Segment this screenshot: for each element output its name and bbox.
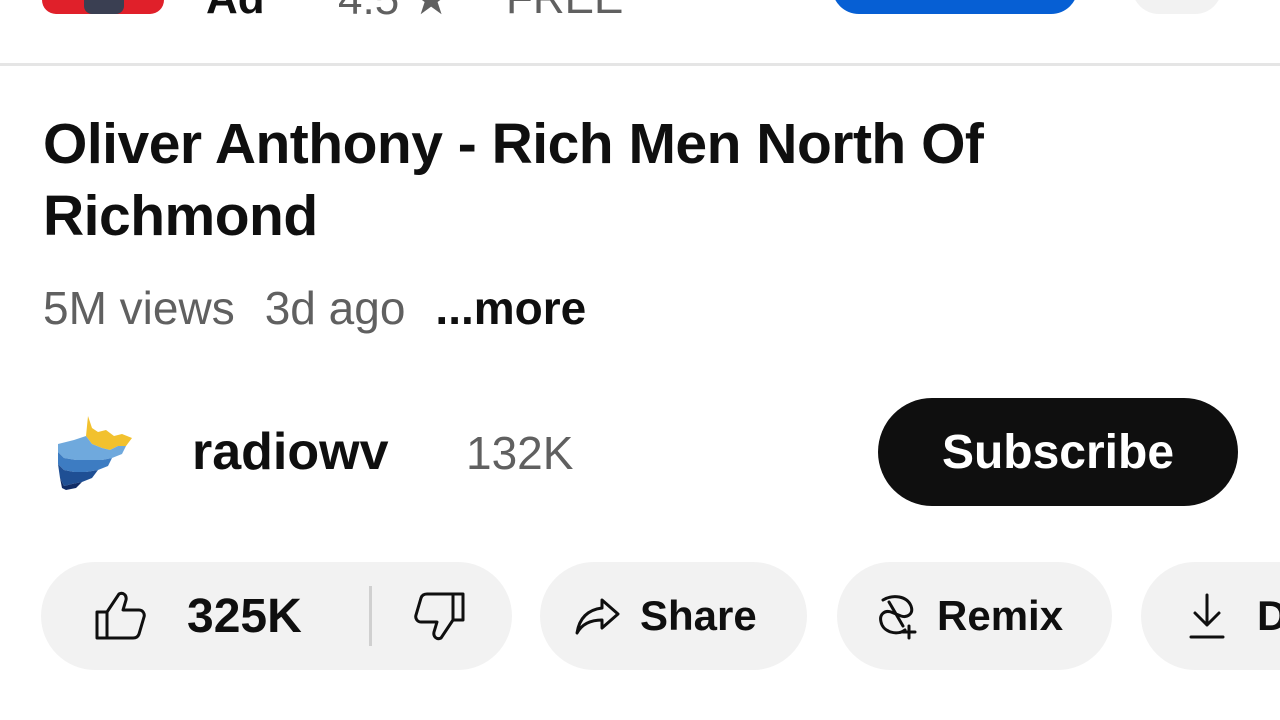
ad-strip: Ad 4.5 ★ FREE <box>0 0 1280 64</box>
share-button[interactable]: Share <box>540 562 807 670</box>
video-meta[interactable]: 5M views 3d ago ...more <box>43 280 586 336</box>
remix-label: Remix <box>937 592 1064 639</box>
ad-rating: 4.5 ★ <box>338 0 451 25</box>
download-button[interactable]: Download <box>1141 562 1280 670</box>
ad-label: Ad <box>206 0 265 24</box>
channel-name[interactable]: radiowv <box>192 424 389 480</box>
like-dislike-group: 325K <box>41 562 512 670</box>
subscriber-count: 132K <box>466 427 574 479</box>
west-virginia-logo-icon <box>58 416 132 490</box>
thumbs-up-icon <box>93 590 147 642</box>
like-button[interactable]: 325K <box>41 562 302 670</box>
ad-price: FREE <box>506 0 623 24</box>
channel-avatar[interactable] <box>52 414 138 490</box>
video-watch-page: Ad 4.5 ★ FREE Oliver Anthony - Rich Men … <box>0 0 1280 720</box>
share-arrow-icon <box>574 596 622 636</box>
ad-thumbnail[interactable] <box>42 0 164 14</box>
share-label: Share <box>640 592 757 639</box>
more-description-link[interactable]: ...more <box>435 282 586 334</box>
download-icon <box>1187 591 1227 641</box>
subscribe-button[interactable]: Subscribe <box>878 398 1238 506</box>
divider <box>0 63 1280 66</box>
remix-button[interactable]: Remix <box>837 562 1112 670</box>
like-count: 325K <box>187 589 302 643</box>
download-label: Download <box>1257 592 1280 639</box>
thumbs-down-icon <box>413 590 467 642</box>
upload-age: 3d ago <box>264 282 406 334</box>
ad-install-button[interactable] <box>832 0 1078 14</box>
like-dislike-separator <box>369 586 372 646</box>
ad-menu-button[interactable] <box>1132 0 1222 14</box>
remix-icon <box>873 592 921 640</box>
dislike-button[interactable] <box>413 562 497 670</box>
view-count: 5M views <box>43 282 235 334</box>
video-title: Oliver Anthony - Rich Men North Of Richm… <box>43 112 984 248</box>
